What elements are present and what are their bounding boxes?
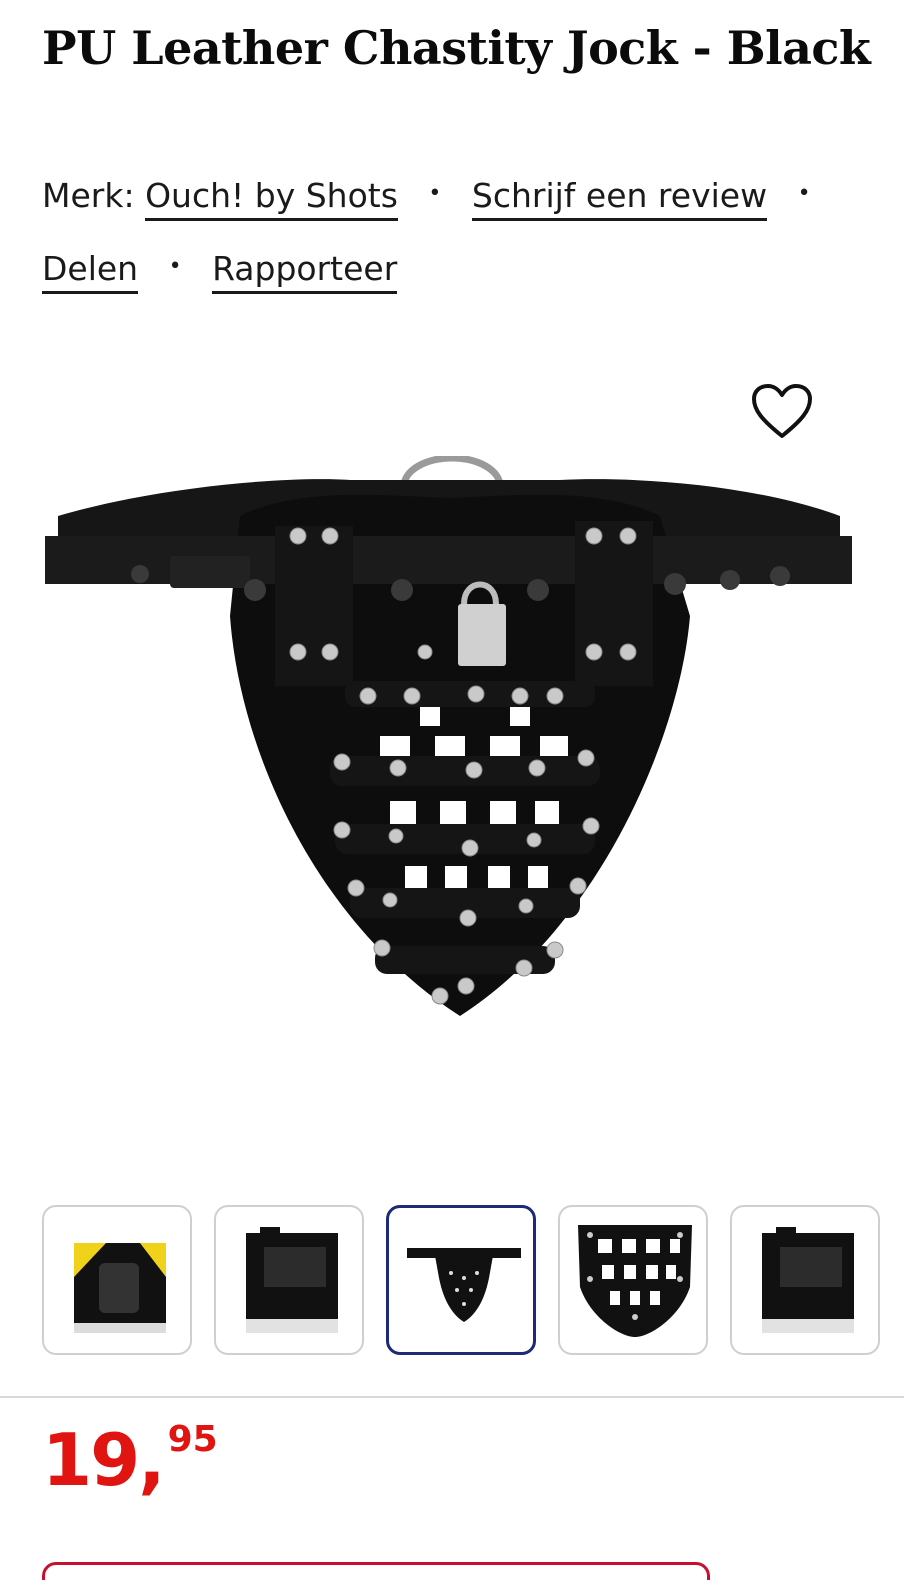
write-review-link[interactable]: Schrijf een review	[471, 176, 768, 221]
thumbnail-product-front[interactable]	[386, 1205, 536, 1355]
thumbnail-cage-closeup[interactable]	[558, 1205, 708, 1355]
separator-dot: •	[797, 181, 811, 206]
brand-link[interactable]: Ouch! by Shots	[145, 176, 398, 221]
price-decimal: 95	[167, 1419, 218, 1460]
price-separator: ,	[138, 1418, 166, 1502]
product-meta-line-1: Merk: Ouch! by Shots • Schrijf een revie…	[42, 176, 831, 221]
heart-outline-icon	[752, 384, 812, 438]
separator-dot: •	[428, 181, 442, 206]
product-photo	[45, 454, 852, 1017]
packaging-front-image	[74, 1243, 166, 1333]
product-main-image[interactable]	[40, 454, 860, 1036]
product-title: PU Leather Chastity Jock - Black	[42, 21, 871, 75]
section-divider	[0, 1396, 904, 1398]
separator-dot: •	[168, 254, 182, 279]
report-link[interactable]: Rapporteer	[212, 249, 398, 294]
cage-closeup-image	[578, 1225, 692, 1337]
thumbnail-packaging-front[interactable]	[42, 1205, 192, 1355]
price-integer: 19	[42, 1418, 140, 1502]
thumbnail-strip	[42, 1205, 880, 1355]
thumbnail-packaging-back[interactable]	[214, 1205, 364, 1355]
add-to-cart-button[interactable]	[42, 1562, 710, 1580]
packaging-back-2-image	[762, 1227, 854, 1333]
share-link[interactable]: Delen	[42, 249, 139, 294]
brand-prefix: Merk:	[42, 176, 135, 215]
packaging-back-image	[246, 1227, 338, 1333]
product-meta-line-2: Delen • Rapporteer	[42, 249, 398, 294]
product-front-image	[407, 1248, 521, 1322]
product-price: 19,95	[42, 1418, 218, 1502]
thumbnail-packaging-back-2[interactable]	[730, 1205, 880, 1355]
favorite-button[interactable]	[750, 382, 814, 440]
